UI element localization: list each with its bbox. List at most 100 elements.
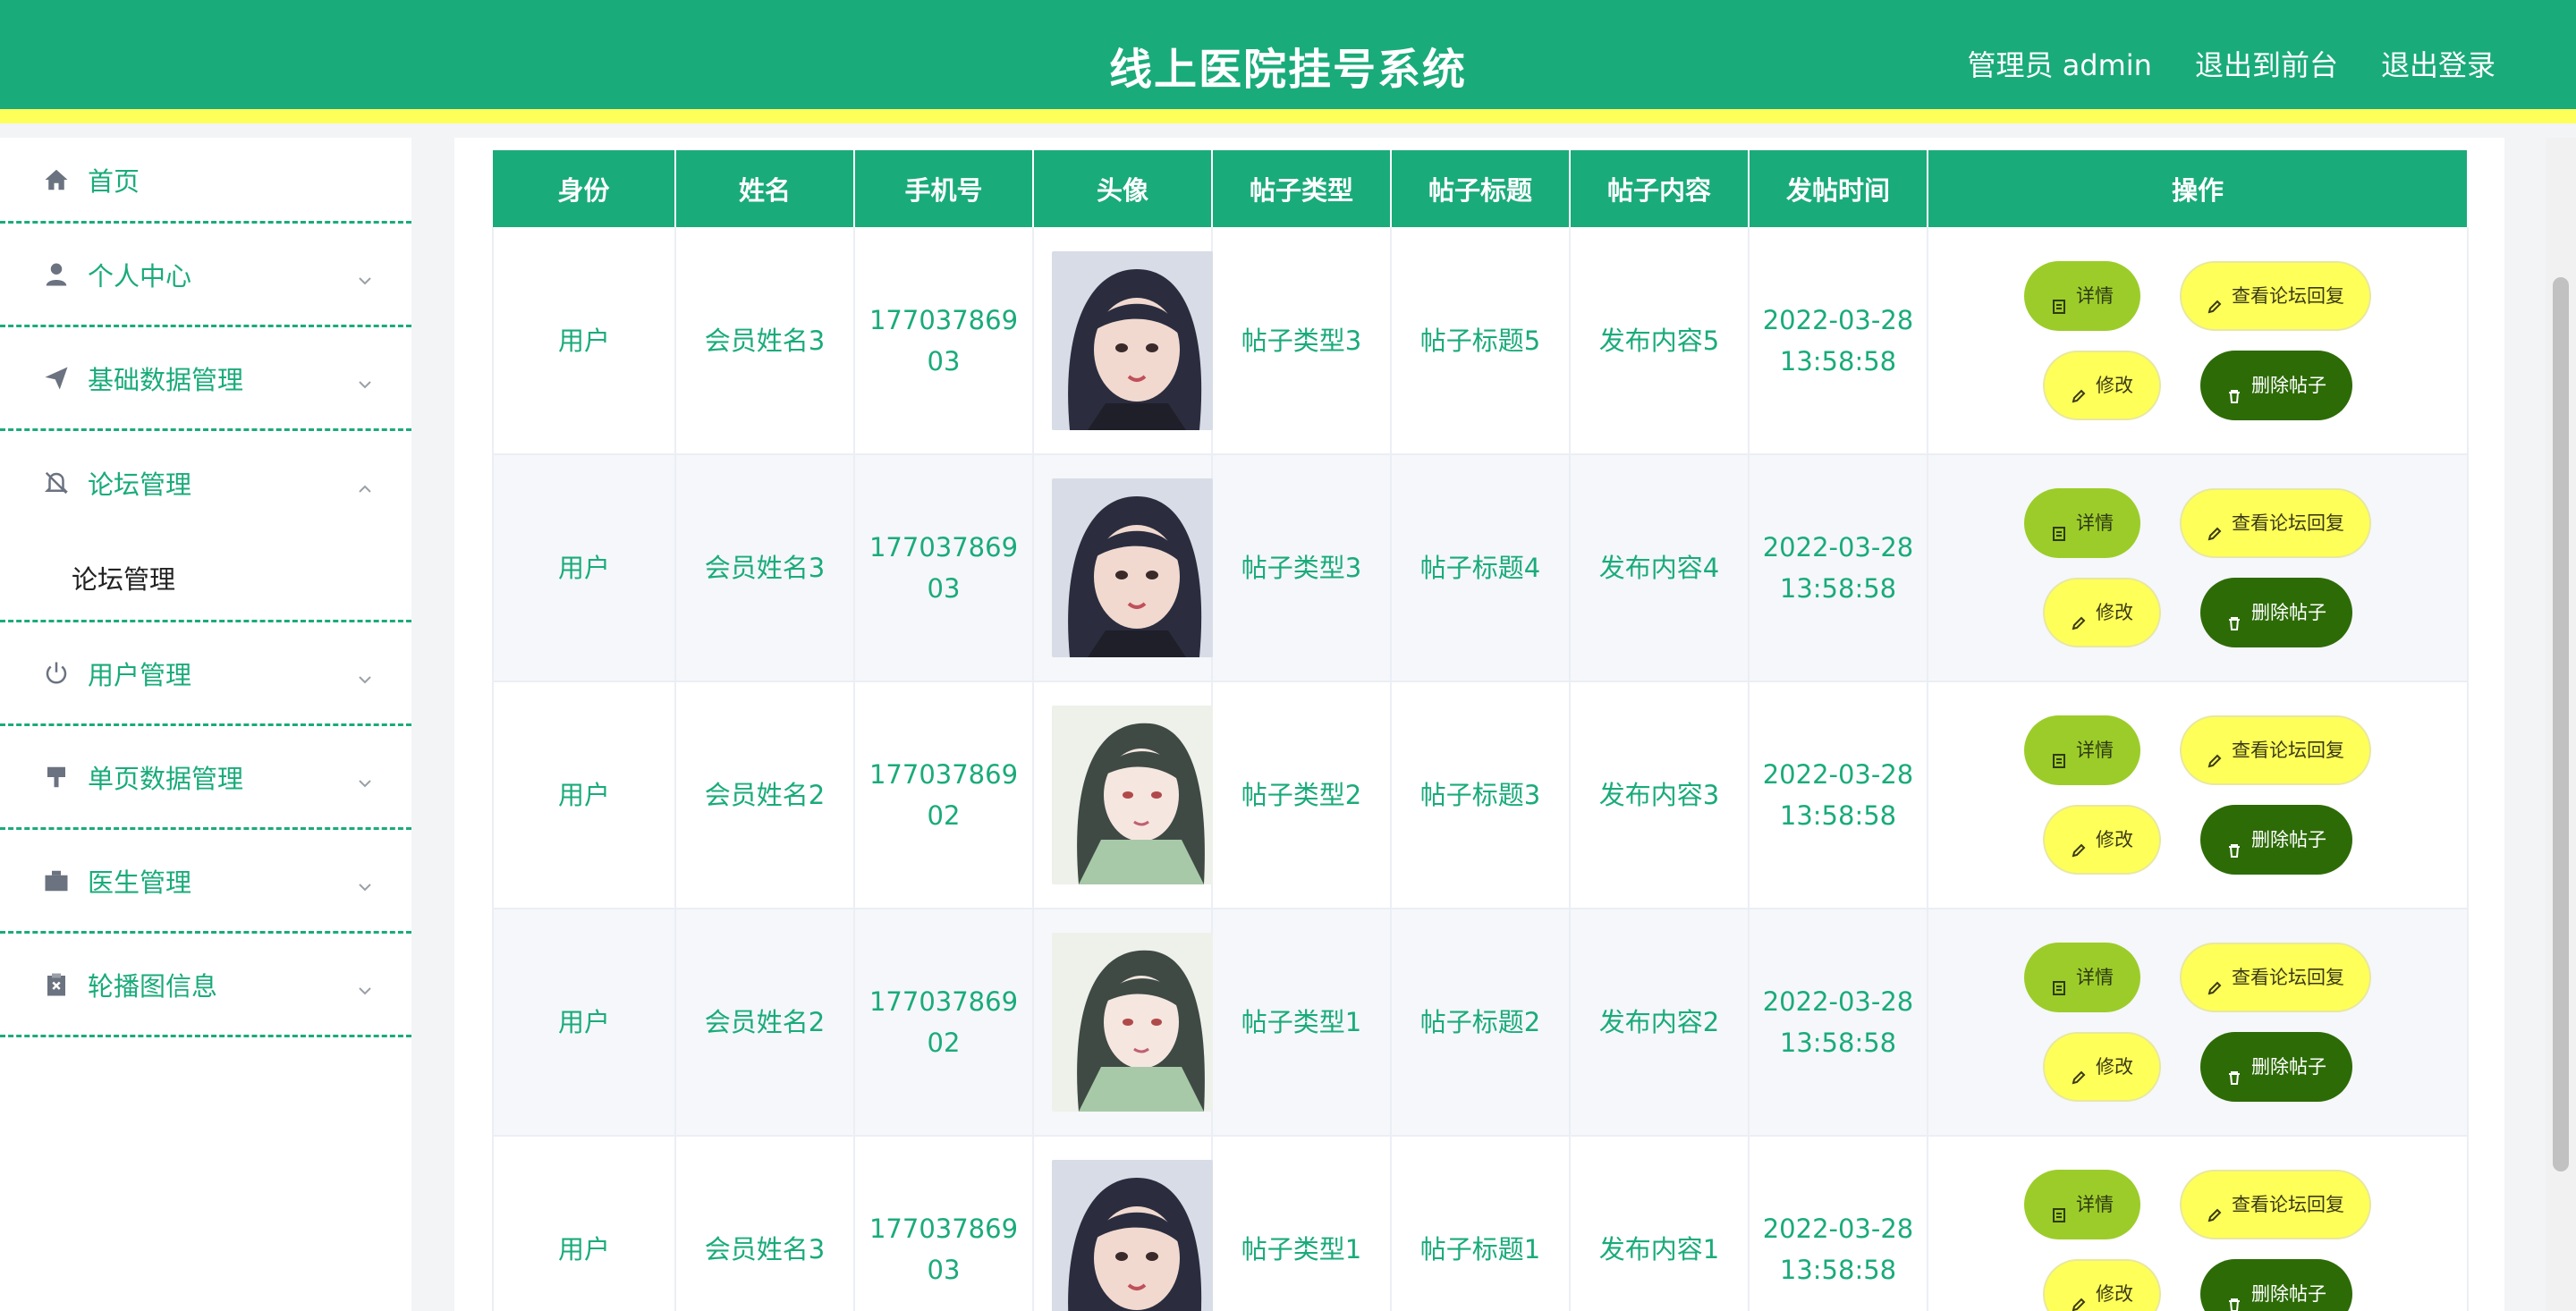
- edit-button[interactable]: 修改: [2043, 350, 2161, 420]
- chevron-down-icon: [356, 664, 374, 683]
- delete-post-button[interactable]: 删除帖子: [2200, 805, 2352, 875]
- sidebar-subitem-forum[interactable]: 论坛管理: [0, 535, 411, 622]
- exit-to-front-link[interactable]: 退出到前台: [2195, 43, 2338, 84]
- cell-post-title: 帖子标题3: [1391, 681, 1571, 909]
- document-icon: [2051, 288, 2067, 314]
- cell-phone: 177037869 02: [854, 681, 1034, 909]
- delete-post-label: 删除帖子: [2251, 602, 2326, 623]
- sidebar-item-forum[interactable]: 论坛管理: [0, 431, 411, 535]
- edit-icon: [2071, 377, 2087, 402]
- detail-button-label: 详情: [2076, 512, 2114, 534]
- bell-off-icon: [43, 469, 70, 496]
- view-replies-label: 查看论坛回复: [2232, 740, 2344, 761]
- table-row: 用户 会员姓名2 177037869 02 帖子类型1 帖子标题2 发布内容2 2022-0…: [492, 909, 2469, 1137]
- detail-button-label: 详情: [2076, 740, 2114, 761]
- trash-icon: [2226, 832, 2242, 858]
- trash-icon: [2226, 377, 2242, 403]
- edit-button[interactable]: 修改: [2043, 578, 2161, 647]
- sidebar-item-label: 首页: [88, 165, 140, 197]
- delete-post-button[interactable]: 删除帖子: [2200, 578, 2352, 647]
- delete-post-button[interactable]: 删除帖子: [2200, 350, 2352, 420]
- detail-button[interactable]: 详情: [2024, 260, 2140, 331]
- phone-line-1: 177037869: [869, 986, 1019, 1017]
- sidebar-item-basic-data[interactable]: 基础数据管理: [0, 327, 411, 431]
- cell-avatar: [1033, 909, 1213, 1137]
- table-row: 用户 会员姓名3 177037869 03 帖子类型1 帖子标题1 发布内容1 2022-0…: [492, 1136, 2469, 1311]
- post-date: 2022-03-28: [1762, 986, 1914, 1017]
- detail-button[interactable]: 详情: [2024, 1170, 2140, 1239]
- user-icon: [43, 261, 70, 288]
- chevron-down-icon: [356, 266, 374, 284]
- edit-icon: [2207, 742, 2223, 768]
- chevron-down-icon: [356, 369, 374, 388]
- document-icon: [2051, 969, 2067, 995]
- document-icon: [2051, 515, 2067, 541]
- detail-button[interactable]: 详情: [2024, 715, 2140, 785]
- phone-line-2: 03: [927, 573, 961, 604]
- sidebar-item-single-page[interactable]: 单页数据管理: [0, 726, 411, 830]
- detail-button[interactable]: 详情: [2024, 488, 2140, 558]
- cell-post-title: 帖子标题1: [1391, 1136, 1571, 1311]
- cell-role: 用户: [492, 454, 676, 682]
- delete-post-button[interactable]: 删除帖子: [2200, 1032, 2352, 1102]
- view-replies-button[interactable]: 查看论坛回复: [2180, 488, 2371, 558]
- phone-line-1: 177037869: [869, 304, 1019, 335]
- cell-post-title: 帖子标题2: [1391, 909, 1571, 1137]
- cell-post-title: 帖子标题4: [1391, 454, 1571, 682]
- phone-line-1: 177037869: [869, 532, 1019, 562]
- scrollbar-thumb[interactable]: [2553, 277, 2569, 1171]
- view-replies-button[interactable]: 查看论坛回复: [2180, 715, 2371, 785]
- chevron-down-icon: [356, 872, 374, 891]
- cell-name: 会员姓名3: [675, 227, 855, 455]
- table-row: 用户 会员姓名3 177037869 03 帖子类型3 帖子标题4 发布内容4 2022-0…: [492, 454, 2469, 682]
- cell-post-type: 帖子类型3: [1212, 227, 1392, 455]
- delete-post-button[interactable]: 删除帖子: [2200, 1259, 2352, 1311]
- view-replies-button[interactable]: 查看论坛回复: [2180, 1170, 2371, 1239]
- edit-icon: [2207, 1197, 2223, 1222]
- cell-post-time: 2022-03-28 13:58:58: [1749, 1136, 1928, 1311]
- sidebar-item-home[interactable]: 首页: [0, 138, 411, 224]
- cell-post-content: 发布内容4: [1570, 454, 1750, 682]
- edit-button-label: 修改: [2096, 602, 2133, 623]
- sidebar-item-label: 论坛管理: [88, 469, 192, 500]
- edit-icon: [2071, 605, 2087, 630]
- phone-line-2: 03: [927, 1255, 961, 1285]
- document-icon: [2051, 742, 2067, 768]
- edit-button[interactable]: 修改: [2043, 1032, 2161, 1102]
- avatar: [1052, 250, 1213, 430]
- edit-button[interactable]: 修改: [2043, 805, 2161, 875]
- trash-icon: [2226, 1059, 2242, 1085]
- forum-posts-table: 身份 姓名 手机号 头像 帖子类型 帖子标题 帖子内容 发帖时间 操作 用户 会员…: [492, 150, 2469, 1311]
- phone-line-1: 177037869: [869, 1214, 1019, 1244]
- delete-post-label: 删除帖子: [2251, 1283, 2326, 1305]
- sidebar-item-doctors[interactable]: 医生管理: [0, 830, 411, 934]
- sidebar-item-label: 单页数据管理: [88, 763, 244, 794]
- cell-name: 会员姓名3: [675, 454, 855, 682]
- edit-button[interactable]: 修改: [2043, 1259, 2161, 1311]
- delete-post-label: 删除帖子: [2251, 374, 2326, 396]
- logout-link[interactable]: 退出登录: [2381, 43, 2496, 84]
- cell-name: 会员姓名2: [675, 909, 855, 1137]
- post-date: 2022-03-28: [1762, 759, 1914, 790]
- post-date: 2022-03-28: [1762, 304, 1914, 335]
- sidebar: 首页 个人中心 基础数据管理 论坛管理 论坛管理 用户管理 单页数据管理 医生管…: [0, 138, 411, 1311]
- chevron-down-icon: [356, 768, 374, 787]
- cell-avatar: [1033, 227, 1213, 455]
- post-time: 13:58:58: [1779, 1028, 1897, 1058]
- sidebar-item-users[interactable]: 用户管理: [0, 622, 411, 726]
- header-user-area: 管理员 admin 退出到前台 退出登录: [1968, 43, 2496, 84]
- sidebar-item-carousel[interactable]: 轮播图信息: [0, 934, 411, 1037]
- cell-name: 会员姓名3: [675, 1136, 855, 1311]
- detail-button[interactable]: 详情: [2024, 943, 2140, 1012]
- sidebar-item-personal[interactable]: 个人中心: [0, 224, 411, 327]
- phone-line-2: 02: [927, 1028, 961, 1058]
- edit-button-label: 修改: [2096, 374, 2133, 396]
- cell-role: 用户: [492, 909, 676, 1137]
- cell-post-content: 发布内容1: [1570, 1136, 1750, 1311]
- view-replies-button[interactable]: 查看论坛回复: [2180, 943, 2371, 1012]
- cell-post-content: 发布内容3: [1570, 681, 1750, 909]
- page-scrollbar[interactable]: [2546, 138, 2576, 1311]
- cell-avatar: [1033, 681, 1213, 909]
- view-replies-button[interactable]: 查看论坛回复: [2180, 260, 2371, 331]
- cell-role: 用户: [492, 681, 676, 909]
